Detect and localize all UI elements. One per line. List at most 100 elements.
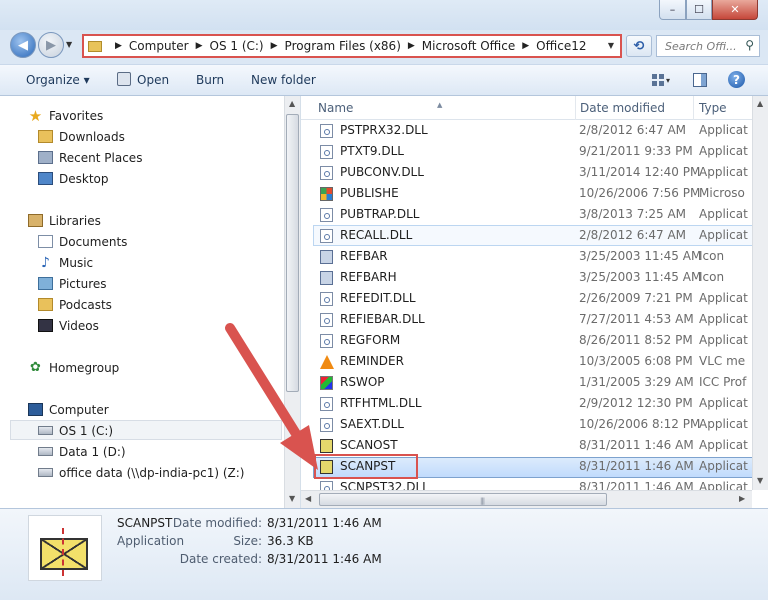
column-type[interactable]: Type <box>699 101 727 115</box>
file-row[interactable]: REMINDER 10/3/2005 6:08 PM VLC me <box>313 351 768 372</box>
forward-button[interactable]: ▶ <box>38 32 64 58</box>
file-name: RECALL.DLL <box>340 228 413 242</box>
folder-icon <box>38 130 53 143</box>
scroll-left-icon[interactable]: ◀ <box>305 494 311 503</box>
address-bar[interactable]: ▶ Computer ▶ OS 1 (C:) ▶ Program Files (… <box>82 34 622 58</box>
file-date-modified: 9/21/2011 9:33 PM <box>579 144 693 158</box>
dll-file-icon <box>320 166 333 180</box>
file-name: PSTPRX32.DLL <box>340 123 428 137</box>
details-created-value: 8/31/2011 1:46 AM <box>267 552 382 566</box>
new-folder-button[interactable]: New folder <box>251 73 316 87</box>
drive-icon <box>38 426 53 435</box>
details-file-kind: Application <box>117 534 185 548</box>
file-list-horizontal-scrollbar[interactable]: ◀ ||| ▶ <box>301 490 752 508</box>
maximize-button[interactable]: ☐ <box>686 0 712 20</box>
scrollbar-thumb[interactable] <box>286 114 299 392</box>
dll-file-icon <box>320 418 333 432</box>
file-type: Applicat <box>699 459 748 473</box>
file-row[interactable]: REFIEBAR.DLL 7/27/2011 4:53 AM Applicat <box>313 309 768 330</box>
file-date-modified: 2/8/2012 6:47 AM <box>579 123 687 137</box>
search-input[interactable]: Search Offi... ⚲ <box>656 35 760 57</box>
scroll-down-icon[interactable]: ▼ <box>757 476 763 485</box>
navigation-scrollbar[interactable]: ▲ ▼ <box>284 96 300 508</box>
sidebar-item-libraries[interactable]: Libraries <box>28 210 101 231</box>
breadcrumb-program-files[interactable]: Program Files (x86) <box>285 39 401 53</box>
scroll-right-icon[interactable]: ▶ <box>739 494 745 503</box>
sidebar-item-data1-drive[interactable]: Data 1 (D:) <box>38 441 126 462</box>
file-row[interactable]: REFBAR 3/25/2003 11:45 AM Icon <box>313 246 768 267</box>
file-row[interactable]: REFEDIT.DLL 2/26/2009 7:21 PM Applicat <box>313 288 768 309</box>
file-type: ICC Prof <box>699 375 747 389</box>
scroll-down-icon[interactable]: ▼ <box>289 494 295 503</box>
close-button[interactable]: ✕ <box>712 0 758 20</box>
sidebar-item-documents[interactable]: Documents <box>38 231 127 252</box>
sidebar-item-favorites[interactable]: ★ Favorites <box>28 105 103 126</box>
sidebar-item-homegroup[interactable]: ✿ Homegroup <box>28 357 119 378</box>
file-row[interactable]: PUBTRAP.DLL 3/8/2013 7:25 AM Applicat <box>313 204 768 225</box>
chevron-right-icon[interactable]: ▶ <box>408 41 415 51</box>
file-row[interactable]: PUBCONV.DLL 3/11/2014 12:40 PM Applicat <box>313 162 768 183</box>
file-name: PUBCONV.DLL <box>340 165 424 179</box>
column-name[interactable]: Name <box>318 101 353 115</box>
views-dropdown-icon[interactable]: ▾ <box>666 76 670 85</box>
file-row[interactable]: SCANOST 8/31/2011 1:46 AM Applicat <box>313 435 768 456</box>
file-row[interactable]: PTXT9.DLL 9/21/2011 9:33 PM Applicat <box>313 141 768 162</box>
help-button[interactable]: ? <box>728 71 745 88</box>
breadcrumb-computer[interactable]: Computer <box>129 39 189 53</box>
file-type: Applicat <box>699 123 748 137</box>
chevron-right-icon[interactable]: ▶ <box>196 41 203 51</box>
minimize-button[interactable]: – <box>659 0 686 20</box>
pub-file-icon <box>320 187 333 201</box>
sidebar-item-pictures[interactable]: Pictures <box>38 273 107 294</box>
file-row[interactable]: RTFHTML.DLL 2/9/2012 12:30 PM Applicat <box>313 393 768 414</box>
sidebar-item-podcasts[interactable]: Podcasts <box>38 294 112 315</box>
file-list-vertical-scrollbar[interactable]: ▲ ▼ <box>752 96 768 490</box>
scanpst-annotation-box <box>314 454 418 479</box>
chevron-right-icon[interactable]: ▶ <box>522 41 529 51</box>
breadcrumb-office12[interactable]: Office12 <box>536 39 586 53</box>
recent-pages-dropdown-icon[interactable]: ▼ <box>66 40 72 49</box>
file-row[interactable]: RSWOP 1/31/2005 3:29 AM ICC Prof <box>313 372 768 393</box>
breadcrumb-os1[interactable]: OS 1 (C:) <box>210 39 264 53</box>
address-dropdown-icon[interactable]: ▼ <box>608 41 614 50</box>
music-icon: ♪ <box>41 254 50 271</box>
sidebar-item-videos[interactable]: Videos <box>38 315 99 336</box>
burn-button[interactable]: Burn <box>196 73 224 87</box>
open-button[interactable]: Open <box>137 73 169 87</box>
organize-button[interactable]: Organize ▾ <box>26 73 90 87</box>
preview-pane-button[interactable] <box>693 73 707 87</box>
search-icon[interactable]: ⚲ <box>745 38 754 52</box>
breadcrumb-microsoft-office[interactable]: Microsoft Office <box>422 39 515 53</box>
file-row[interactable]: REGFORM 8/26/2011 8:52 PM Applicat <box>313 330 768 351</box>
file-name: REMINDER <box>340 354 404 368</box>
sidebar-item-downloads[interactable]: Downloads <box>38 126 125 147</box>
file-row[interactable]: RECALL.DLL 2/8/2012 6:47 AM Applicat <box>313 225 768 246</box>
sidebar-item-os1-drive[interactable]: OS 1 (C:) <box>38 420 113 441</box>
file-row[interactable]: PSTPRX32.DLL 2/8/2012 6:47 AM Applicat <box>313 120 768 141</box>
file-row[interactable]: PUBLISHE 10/26/2006 7:56 PM Microso <box>313 183 768 204</box>
sidebar-item-label: Homegroup <box>49 360 120 375</box>
scroll-up-icon[interactable]: ▲ <box>757 99 763 108</box>
sidebar-item-recent-places[interactable]: Recent Places <box>38 147 142 168</box>
file-row[interactable]: REFBARH 3/25/2003 11:45 AM Icon <box>313 267 768 288</box>
sidebar-item-label: Documents <box>59 234 128 249</box>
file-row[interactable]: SAEXT.DLL 10/26/2006 8:12 PM Applicat <box>313 414 768 435</box>
ico-file-icon <box>320 271 333 285</box>
change-view-icon[interactable] <box>652 74 664 86</box>
chevron-right-icon[interactable]: ▶ <box>115 41 122 51</box>
scrollbar-thumb[interactable]: ||| <box>319 493 607 506</box>
file-name: REFBAR <box>340 249 388 263</box>
sidebar-item-network-drive[interactable]: office data (\\dp-india-pc1) (Z:) <box>38 462 244 483</box>
scroll-up-icon[interactable]: ▲ <box>289 99 295 108</box>
file-date-modified: 3/11/2014 12:40 PM <box>579 165 701 179</box>
sidebar-item-music[interactable]: ♪ Music <box>38 252 93 273</box>
column-date-modified[interactable]: Date modified <box>580 101 665 115</box>
file-date-modified: 3/8/2013 7:25 AM <box>579 207 687 221</box>
network-drive-icon <box>38 468 53 477</box>
back-button[interactable]: ◀ <box>10 32 36 58</box>
sidebar-item-desktop[interactable]: Desktop <box>38 168 109 189</box>
dll-file-icon <box>320 397 333 411</box>
sidebar-item-computer[interactable]: Computer <box>28 399 109 420</box>
chevron-right-icon[interactable]: ▶ <box>271 41 278 51</box>
refresh-button[interactable]: ⟲ <box>626 35 652 57</box>
